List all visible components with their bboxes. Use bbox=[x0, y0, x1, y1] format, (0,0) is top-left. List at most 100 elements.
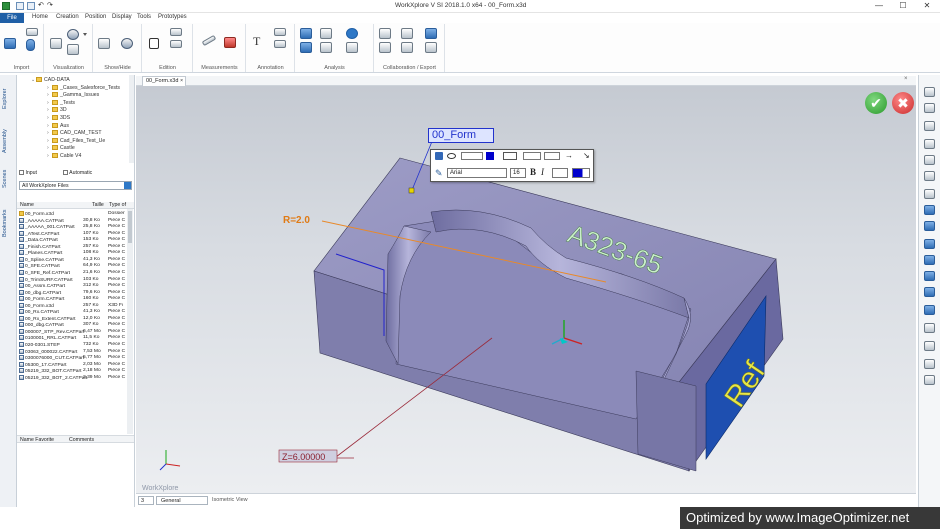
tab-assembly[interactable]: Assembly bbox=[2, 123, 14, 159]
file-row[interactable]: 00_Rx.CATPart 41,3 Ko Pièce C bbox=[19, 309, 125, 315]
compare-icon[interactable] bbox=[346, 42, 358, 53]
close-icon[interactable]: × bbox=[904, 76, 908, 82]
close-icon[interactable]: × bbox=[180, 77, 183, 86]
text-annotation-icon[interactable]: T bbox=[253, 34, 260, 49]
view-iso-icon[interactable] bbox=[924, 205, 935, 215]
view-right-icon[interactable] bbox=[924, 271, 935, 281]
edit-properties-icon[interactable] bbox=[170, 40, 182, 48]
model-canvas[interactable]: A323-65 Ref R=2.0 Z=6.00000 WorkXplore bbox=[136, 86, 916, 493]
tree-folder[interactable]: › Cad_Files_Test_Ue bbox=[47, 137, 105, 145]
tree-folder[interactable]: ⌄ CAD-DATA bbox=[31, 77, 70, 84]
color-swatch[interactable] bbox=[486, 152, 494, 160]
edit-icon[interactable] bbox=[170, 28, 182, 36]
pencil-icon[interactable]: ✎ bbox=[435, 169, 444, 178]
file-row[interactable]: 00_Rx_Extent.CATPart 12,0 Ko Pièce C bbox=[19, 315, 125, 322]
file-row[interactable]: 00_dbg.CATPart 79,6 Ko Pièce C bbox=[19, 289, 125, 296]
minimize-button[interactable]: — bbox=[868, 0, 890, 12]
explode-icon[interactable] bbox=[924, 323, 935, 333]
radius-label[interactable]: R=2.0 bbox=[283, 215, 310, 226]
arrow-style-icon[interactable]: → bbox=[565, 152, 579, 160]
z-label[interactable]: Z=6.00000 bbox=[282, 452, 325, 462]
file-row[interactable]: 0_SFE_Ref.CATPart 21,6 Ko Pièce C bbox=[19, 269, 125, 276]
text-color-select[interactable] bbox=[572, 168, 590, 178]
comments-column[interactable]: Comments bbox=[69, 437, 94, 443]
view-left-icon[interactable] bbox=[924, 255, 935, 265]
status-field-number[interactable]: 3 bbox=[138, 496, 154, 505]
draft-icon[interactable] bbox=[320, 42, 332, 53]
menu-tools[interactable]: Tools bbox=[137, 14, 151, 20]
file-row[interactable]: 00_Form.CATPart 160 Ko Pièce C bbox=[19, 296, 125, 302]
rotate-icon[interactable] bbox=[924, 189, 935, 199]
file-row[interactable]: 0_TrimSURF.CATPart 103 Ko Pièce C bbox=[19, 276, 125, 283]
file-row[interactable]: _Finish.CATPart 257 Ko Pièce C bbox=[19, 243, 125, 250]
tree-folder[interactable]: › Castle bbox=[47, 145, 75, 152]
visibility-icon[interactable] bbox=[121, 38, 133, 49]
file-row[interactable]: 020-0301.STEP 732 Ko Pièce C bbox=[19, 342, 125, 348]
tree-folder[interactable]: › Aus bbox=[47, 122, 69, 130]
tree-folder[interactable]: › _Tests bbox=[47, 99, 75, 107]
view-front-icon[interactable] bbox=[924, 87, 935, 97]
leader-style-icon[interactable]: ↘ bbox=[583, 152, 591, 160]
chevron-down-icon[interactable] bbox=[124, 182, 131, 189]
line-width-field[interactable] bbox=[461, 152, 483, 160]
file-row[interactable]: 000_dbg.CATPart 307 Ko Pièce C bbox=[19, 322, 125, 328]
input-checkbox[interactable] bbox=[19, 170, 24, 175]
file-row[interactable]: _Data.CATPart 153 Ko Pièce C bbox=[19, 237, 125, 243]
camera-icon[interactable] bbox=[401, 28, 413, 39]
font-size-field[interactable]: 16 bbox=[510, 168, 526, 178]
status-layer-select[interactable]: General bbox=[156, 496, 208, 505]
lock-icon[interactable] bbox=[435, 152, 443, 160]
file-row[interactable]: 05219_332_BOT.CATPart 2,18 Mo Pièce C bbox=[19, 368, 125, 374]
leader-anchor[interactable] bbox=[408, 187, 415, 194]
checkbox-automatic-row[interactable]: Automatic bbox=[63, 170, 92, 176]
close-window-button[interactable]: ✕ bbox=[916, 0, 938, 12]
file-row[interactable]: 0300076000_CUT.CATPart 5,77 Mo Pièce C bbox=[19, 355, 125, 361]
zoom-out-icon[interactable] bbox=[924, 139, 935, 149]
checkbox-input-row[interactable]: Input bbox=[19, 170, 37, 176]
section-icon[interactable] bbox=[924, 305, 935, 315]
view-cube-icon[interactable] bbox=[50, 38, 62, 49]
note-icon[interactable] bbox=[274, 28, 286, 36]
menu-home[interactable]: Home bbox=[32, 14, 48, 20]
dimension-icon[interactable] bbox=[274, 40, 286, 48]
database-icon[interactable] bbox=[26, 39, 35, 51]
zoom-fit-icon[interactable] bbox=[924, 171, 935, 181]
file-row[interactable]: _AAAAA.CATPart 30,8 Ko Pièce C bbox=[19, 217, 125, 224]
file-row[interactable]: 00_Assm.CATPart 312 Ko Pièce C bbox=[19, 283, 125, 289]
view-bottom-icon[interactable] bbox=[924, 239, 935, 249]
export-icon[interactable] bbox=[379, 42, 391, 53]
share-icon[interactable] bbox=[379, 28, 391, 39]
file-row[interactable]: 00_Form.x3d 257 Ko X3D Fi bbox=[19, 302, 125, 309]
menu-display[interactable]: Display bbox=[112, 14, 132, 20]
eye-icon[interactable] bbox=[447, 153, 456, 159]
automatic-checkbox[interactable] bbox=[63, 170, 68, 175]
file-row[interactable]: 05300_17.CATPart 2,03 Mo Pièce C bbox=[19, 361, 125, 368]
frame-style-button[interactable] bbox=[503, 152, 517, 160]
tree-folder[interactable]: › 3D bbox=[47, 107, 67, 114]
3d-viewport[interactable]: A323-65 Ref R=2.0 Z=6.00000 WorkXplore 0… bbox=[136, 86, 916, 493]
file-row[interactable]: 000007_STP_Rev.CATPart 6,47 Mo Pièce C bbox=[19, 328, 125, 335]
package-icon[interactable] bbox=[425, 42, 437, 53]
pan-icon[interactable] bbox=[924, 359, 935, 369]
view-top-icon[interactable] bbox=[924, 221, 935, 231]
menu-creation[interactable]: Creation bbox=[56, 14, 79, 20]
maximize-button[interactable]: ☐ bbox=[892, 0, 914, 12]
render-mode-icon[interactable] bbox=[67, 44, 79, 55]
shading-icon[interactable] bbox=[67, 29, 79, 40]
bold-button[interactable]: B bbox=[530, 167, 536, 177]
tab-bookmarks[interactable]: Bookmarks bbox=[2, 199, 14, 247]
file-row[interactable]: 05219_332_BOT_2.CATPart 2,39 Mo Pièce C bbox=[19, 374, 125, 381]
file-menu[interactable]: File bbox=[0, 13, 24, 23]
favorite-name-column[interactable]: Name Favorite bbox=[20, 437, 54, 443]
tree-folder[interactable]: › 3DS bbox=[47, 115, 70, 122]
menu-prototypes[interactable]: Prototypes bbox=[158, 14, 187, 20]
settings-icon[interactable] bbox=[924, 375, 935, 385]
italic-button[interactable]: I bbox=[541, 167, 544, 177]
measure-icon[interactable] bbox=[201, 34, 217, 47]
tree-folder[interactable]: › CAD_CAM_TEST bbox=[47, 130, 102, 137]
thickness-icon[interactable] bbox=[320, 28, 332, 39]
chevron-down-icon[interactable] bbox=[83, 33, 87, 37]
open-icon[interactable] bbox=[16, 2, 24, 10]
tree-folder[interactable]: › _Gamma_Issues bbox=[47, 92, 99, 99]
tree-folder[interactable]: › Cable V4 bbox=[47, 153, 81, 160]
